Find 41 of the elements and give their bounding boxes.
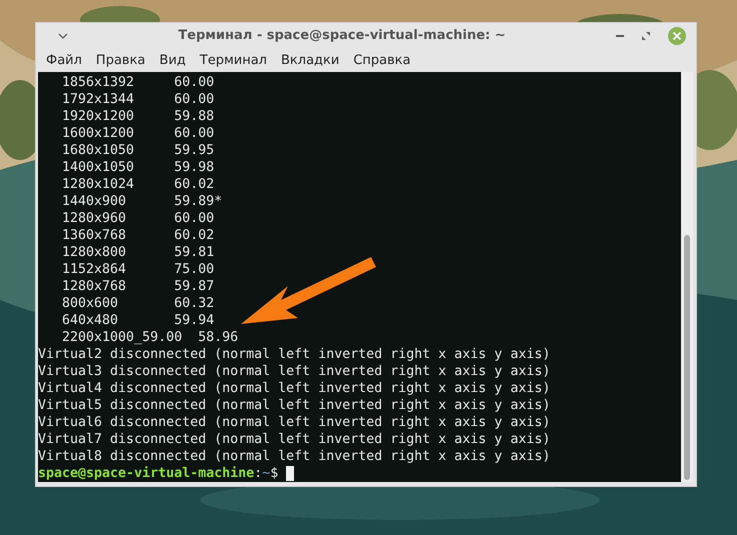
output-line: 1280x800 59.81 — [61, 244, 214, 261]
menu-item[interactable]: Справка — [347, 50, 417, 70]
menu-item[interactable]: Вид — [153, 50, 192, 70]
output-line: 1280x768 59.87 — [61, 278, 214, 295]
output-line: Virtual2 disconnected (normal left inverted right x axis y axis) — [38, 346, 550, 363]
output-line: 1360x768 60.02 — [61, 227, 214, 244]
prompt-symbol: $ — [270, 465, 278, 482]
menu-item[interactable]: Правка — [90, 50, 152, 70]
menu-item[interactable]: Вкладки — [275, 50, 346, 70]
output-line: Virtual8 disconnected (normal left inverted right x axis y axis) — [38, 448, 550, 465]
output-line: 1152x864 75.00 — [61, 261, 214, 278]
output-line: 1792x1344 60.00 — [61, 91, 214, 108]
prompt-separator: : — [254, 465, 262, 482]
window-title: Терминал - space@space-virtual-machine: ~ — [177, 28, 507, 44]
output-line: 1680x1050 59.95 — [61, 142, 214, 159]
menu-item[interactable]: Терминал — [194, 50, 273, 70]
output-line: 1280x960 60.00 — [61, 210, 214, 227]
output-line: 1600x1200 60.00 — [61, 125, 214, 142]
close-icon[interactable] — [668, 26, 686, 45]
output-line: 640x480 59.94 — [61, 312, 214, 329]
prompt-path: ~ — [262, 465, 270, 482]
chevron-down-icon[interactable] — [58, 32, 68, 39]
restore-icon[interactable] — [642, 32, 650, 40]
output-line: 1856x1392 60.00 — [61, 74, 214, 91]
output-line: Virtual7 disconnected (normal left inverted right x axis y axis) — [38, 431, 550, 448]
output-line: Virtual3 disconnected (normal left inverted right x axis y axis) — [38, 363, 550, 380]
minimize-icon[interactable] — [616, 34, 624, 37]
output-line: 1920x1200 59.88 — [61, 108, 214, 125]
output-line: Virtual5 disconnected (normal left inverted right x axis y axis) — [38, 397, 550, 414]
output-line: Virtual4 disconnected (normal left inverted right x axis y axis) — [38, 380, 550, 397]
output-line: 800x600 60.32 — [61, 295, 214, 312]
output-line: 1400x1050 59.98 — [61, 159, 214, 176]
scrollbar-thumb[interactable] — [684, 235, 690, 480]
output-line: 1280x1024 60.02 — [61, 176, 214, 193]
prompt-user-host: space@space-virtual-machine — [38, 465, 254, 482]
output-line: 1440x900 59.89* — [61, 193, 222, 210]
cursor — [286, 466, 294, 481]
scrollbar[interactable] — [681, 72, 693, 482]
output-line: Virtual6 disconnected (normal left inverted right x axis y axis) — [38, 414, 550, 431]
output-line: 2200x1000_59.00 58.96 — [61, 329, 238, 346]
menu-item[interactable]: Файл — [40, 50, 88, 70]
